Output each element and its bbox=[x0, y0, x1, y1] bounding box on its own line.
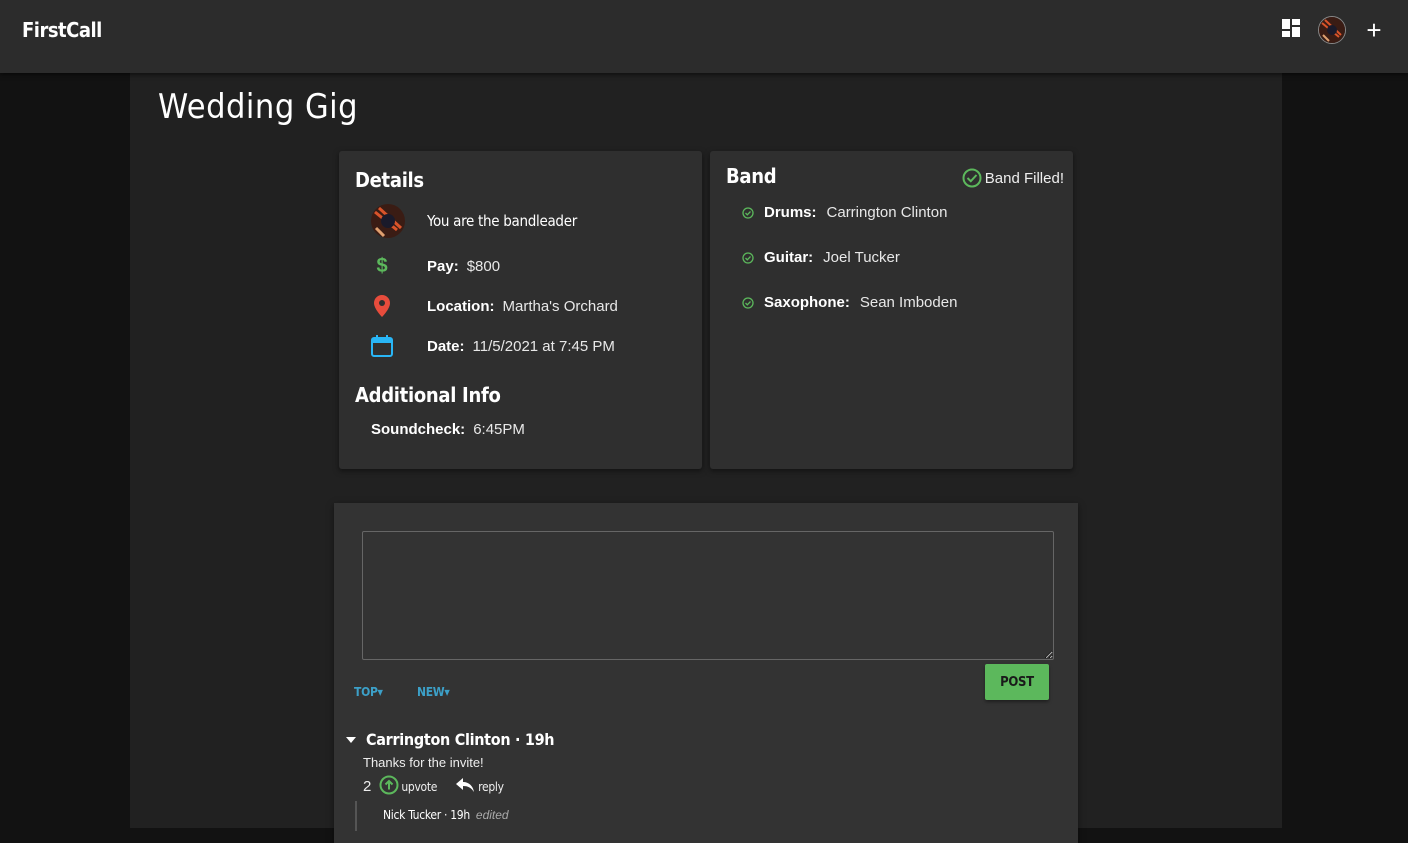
band-member-row: Guitar: Joel Tucker bbox=[742, 249, 900, 266]
page-title: Wedding Gig bbox=[158, 87, 359, 127]
reply-header: Nick Tucker · 19h edited bbox=[383, 808, 509, 822]
band-member-name: Joel Tucker bbox=[823, 249, 900, 266]
location-pin-icon bbox=[371, 295, 393, 317]
comment-header: Carrington Clinton · 19h bbox=[346, 730, 555, 749]
pay-value: $800 bbox=[466, 258, 501, 275]
top-icons: + bbox=[1282, 16, 1384, 44]
location-row: Location: Martha's Orchard bbox=[371, 295, 618, 317]
soundcheck-label: Soundcheck: bbox=[371, 421, 466, 438]
band-member-role: Drums: bbox=[764, 204, 817, 221]
date-label: Date: bbox=[427, 337, 465, 355]
band-filled-text: Band Filled! bbox=[984, 169, 1064, 187]
user-avatar[interactable] bbox=[1318, 16, 1346, 44]
main-container: Wedding Gig Details You are the bandlead… bbox=[130, 73, 1282, 843]
sort-top-button[interactable]: TOP▾ bbox=[354, 685, 383, 699]
reply-author[interactable]: Nick Tucker · 19h bbox=[383, 808, 470, 822]
pay-label: Pay: bbox=[427, 258, 459, 275]
band-filled-status: Band Filled! bbox=[962, 168, 1064, 188]
add-gig-icon[interactable]: + bbox=[1364, 17, 1384, 43]
reply-icon[interactable] bbox=[455, 777, 475, 796]
upvote-button[interactable]: upvote bbox=[401, 780, 437, 794]
collapse-caret-icon[interactable] bbox=[346, 736, 356, 743]
location-label: Location: bbox=[427, 297, 495, 315]
band-card: Band Band Filled! Drums: Carrington Clin… bbox=[710, 151, 1073, 469]
reply-button[interactable]: reply bbox=[478, 780, 504, 794]
location-value: Martha's Orchard bbox=[502, 297, 618, 315]
bandleader-avatar bbox=[371, 204, 405, 238]
check-circle-icon bbox=[962, 168, 982, 188]
post-button[interactable]: POST bbox=[985, 664, 1049, 700]
bandleader-row: You are the bandleader bbox=[371, 204, 577, 238]
vote-count: 2 bbox=[363, 778, 372, 795]
additional-info-heading: Additional Info bbox=[355, 383, 501, 407]
top-bar: FirstCall + bbox=[0, 0, 1408, 73]
edited-label: edited bbox=[475, 808, 509, 822]
comment-text: Thanks for the invite! bbox=[363, 755, 484, 770]
calendar-icon bbox=[371, 335, 393, 357]
date-row: Date: 11/5/2021 at 7:45 PM bbox=[371, 335, 615, 357]
soundcheck-value: 6:45PM bbox=[473, 421, 525, 438]
soundcheck-row: Soundcheck: 6:45PM bbox=[371, 421, 525, 438]
check-circle-icon bbox=[742, 206, 754, 219]
band-member-name: Sean Imboden bbox=[859, 294, 958, 311]
upvote-icon[interactable] bbox=[379, 775, 399, 798]
reply-thread-line bbox=[355, 801, 357, 831]
details-card: Details You are the bandleader $ Pay: $80… bbox=[339, 151, 702, 469]
comment-input[interactable] bbox=[362, 531, 1054, 660]
dollar-icon: $ bbox=[376, 255, 388, 277]
check-circle-icon bbox=[742, 251, 754, 264]
pay-row: $ Pay: $800 bbox=[371, 255, 500, 278]
band-member-role: Guitar: bbox=[764, 249, 814, 266]
comment-author[interactable]: Carrington Clinton · 19h bbox=[366, 730, 555, 749]
details-heading: Details bbox=[355, 168, 424, 192]
comment-actions: 2 upvote reply bbox=[363, 775, 504, 798]
band-member-role: Saxophone: bbox=[764, 294, 850, 311]
band-member-row: Drums: Carrington Clinton bbox=[742, 204, 947, 221]
band-heading: Band bbox=[726, 164, 777, 188]
date-value: 11/5/2021 at 7:45 PM bbox=[472, 337, 615, 355]
bandleader-text: You are the bandleader bbox=[427, 212, 577, 230]
band-member-row: Saxophone: Sean Imboden bbox=[742, 294, 957, 311]
sort-new-button[interactable]: NEW▾ bbox=[417, 685, 450, 699]
comments-section: POST TOP▾ NEW▾ Carrington Clinton · 19h … bbox=[334, 503, 1078, 843]
band-member-name: Carrington Clinton bbox=[826, 204, 948, 221]
check-circle-icon bbox=[742, 296, 754, 309]
dashboard-icon[interactable] bbox=[1282, 18, 1300, 42]
brand-logo[interactable]: FirstCall bbox=[22, 18, 102, 42]
